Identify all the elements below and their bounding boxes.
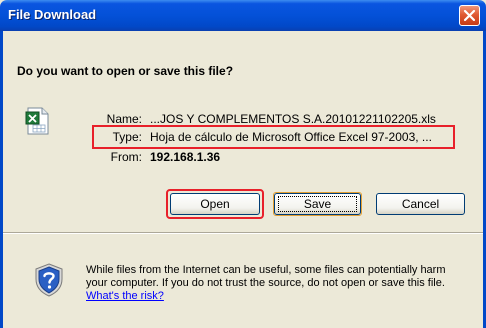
- cancel-button[interactable]: Cancel: [376, 193, 465, 215]
- title-bar[interactable]: File Download: [0, 0, 486, 31]
- close-button[interactable]: [459, 5, 480, 26]
- dialog-title: File Download: [8, 7, 97, 22]
- security-shield-icon: [34, 263, 64, 302]
- file-download-dialog: File Download Do you want to open or sav…: [0, 0, 486, 328]
- open-button-label: Open: [200, 197, 230, 211]
- type-highlight-box: [92, 125, 455, 149]
- source-host-value: 192.168.1.36: [150, 150, 221, 164]
- file-name-value: ...JOS Y COMPLEMENTOS S.A.20101221102205…: [150, 112, 436, 126]
- window-frame-left: [0, 31, 3, 328]
- open-button[interactable]: Open: [170, 193, 260, 215]
- from-label: From:: [110, 150, 142, 164]
- save-button[interactable]: Save: [274, 193, 361, 215]
- whats-the-risk-link[interactable]: What's the risk?: [86, 290, 164, 302]
- security-warning-text: While files from the Internet can be use…: [86, 264, 466, 303]
- warning-message: While files from the Internet can be use…: [86, 264, 446, 289]
- separator: [3, 232, 483, 234]
- save-button-label: Save: [303, 197, 332, 211]
- name-label: Name:: [106, 112, 142, 126]
- cancel-button-label: Cancel: [401, 197, 440, 211]
- dialog-question: Do you want to open or save this file?: [17, 64, 234, 78]
- excel-file-icon: [25, 107, 51, 140]
